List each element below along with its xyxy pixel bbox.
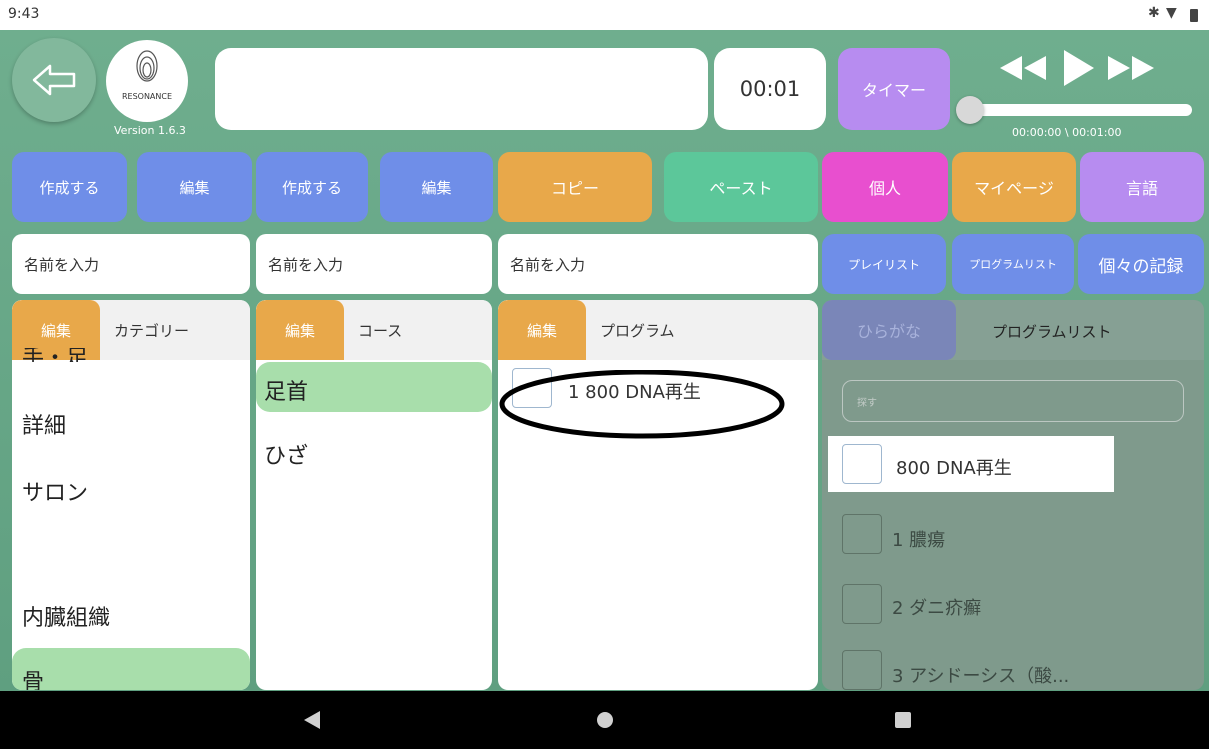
list-item-selected[interactable]: 骨 [12, 648, 250, 690]
hiragana-button[interactable]: ひらがな [822, 300, 956, 360]
logo-text: RESONANCE [121, 92, 173, 101]
navigation-bar [0, 691, 1209, 749]
course-create-button[interactable]: 作成する [256, 152, 368, 222]
course-panel-edit-button[interactable]: 編集 [256, 300, 344, 360]
back-nav-icon[interactable] [302, 709, 322, 731]
list-checkbox[interactable] [842, 444, 882, 484]
resonance-logo: RESONANCE [106, 40, 188, 122]
paste-button[interactable]: ペースト [664, 152, 818, 222]
category-panel-title: カテゴリー [114, 321, 190, 340]
list-checkbox[interactable] [842, 650, 882, 690]
list-item-highlighted[interactable]: 800 DNA再生 [828, 436, 1114, 492]
recents-nav-icon[interactable] [895, 712, 911, 728]
list-item[interactable]: 内臓組織 [22, 600, 110, 632]
search-input[interactable]: 探す [842, 380, 1184, 422]
bluetooth-icon: ✱ [1148, 5, 1160, 21]
title-display [215, 48, 708, 130]
copy-button[interactable]: コピー [498, 152, 652, 222]
course-panel-title: コース [358, 321, 403, 340]
list-item[interactable]: ひざ [264, 438, 308, 470]
course-panel: 編集 コース 足首 ひざ [256, 300, 492, 690]
program-panel-header: 編集 プログラム [498, 300, 818, 360]
play-icon[interactable] [1060, 48, 1096, 88]
fast-forward-icon[interactable] [1104, 52, 1158, 84]
home-nav-icon[interactable] [597, 712, 613, 728]
wifi-icon: ▼ [1166, 5, 1177, 21]
list-item[interactable]: 手・足 [22, 348, 88, 362]
status-time: 9:43 [8, 6, 40, 22]
battery-icon [1190, 9, 1198, 22]
program-panel-edit-button[interactable]: 編集 [498, 300, 586, 360]
list-item-label: 800 DNA再生 [896, 458, 1012, 479]
records-tab[interactable]: 個々の記録 [1078, 234, 1204, 294]
progress-track[interactable] [962, 104, 1192, 116]
course-edit-button[interactable]: 編集 [380, 152, 493, 222]
playback-time: 00:00:00 \ 00:01:00 [1012, 126, 1122, 139]
logo-icon [136, 50, 158, 82]
list-item-label[interactable]: 1 膿瘍 [892, 526, 945, 552]
mypage-button[interactable]: マイページ [952, 152, 1076, 222]
status-bar: 9:43 ✱ ▼ [0, 0, 1209, 30]
back-button[interactable] [12, 38, 96, 122]
list-item-label[interactable]: 3 アシドーシス（酸... [892, 662, 1069, 688]
list-item-selected[interactable]: 足首 [256, 362, 492, 412]
playlist-tab[interactable]: プレイリスト [822, 234, 946, 294]
category-create-button[interactable]: 作成する [12, 152, 127, 222]
list-item[interactable]: サロン [22, 475, 88, 507]
list-item-label: 骨 [22, 670, 45, 690]
course-name-input[interactable]: 名前を入力 [256, 234, 492, 294]
program-name-input[interactable]: 名前を入力 [498, 234, 818, 294]
counter-display: 00:01 [714, 48, 826, 130]
program-panel-title: プログラム [600, 321, 675, 340]
back-arrow-icon [32, 64, 76, 96]
program-list-tab[interactable]: プログラムリスト [952, 234, 1074, 294]
version-label: Version 1.6.3 [114, 124, 186, 137]
category-edit-button[interactable]: 編集 [137, 152, 252, 222]
program-list-title: プログラムリスト [992, 323, 1112, 341]
language-button[interactable]: 言語 [1080, 152, 1204, 222]
progress-thumb[interactable] [956, 96, 984, 124]
course-panel-header: 編集 コース [256, 300, 492, 360]
list-item-label: 足首 [264, 380, 309, 405]
program-list-panel: ひらがな プログラムリスト 探す 800 DNA再生 1 膿瘍 2 ダニ疥癬 3… [822, 300, 1204, 690]
program-panel: 編集 プログラム 1 800 DNA再生 [498, 300, 818, 690]
list-item[interactable]: 詳細 [22, 408, 66, 440]
personal-button[interactable]: 個人 [822, 152, 948, 222]
list-checkbox[interactable] [842, 584, 882, 624]
timer-button[interactable]: タイマー [838, 48, 950, 130]
list-checkbox[interactable] [842, 514, 882, 554]
category-name-input[interactable]: 名前を入力 [12, 234, 250, 294]
list-item-label[interactable]: 2 ダニ疥癬 [892, 594, 981, 620]
category-panel: 編集 カテゴリー 手・足 詳細 サロン 内臓組織 骨 [12, 300, 250, 690]
circle-annotation [499, 370, 785, 439]
rewind-icon[interactable] [996, 52, 1050, 84]
